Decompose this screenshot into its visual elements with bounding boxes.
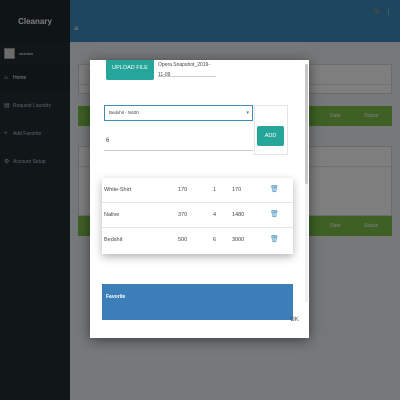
- file-name-field[interactable]: Opera Snapshot_2019-11-09: [158, 60, 216, 78]
- item-qty: 1: [213, 187, 217, 193]
- trash-icon[interactable]: 🗑: [270, 185, 279, 193]
- item-qty: 6: [213, 237, 217, 243]
- item-total: 1480: [232, 212, 245, 218]
- trash-icon[interactable]: 🗑: [270, 210, 279, 218]
- item-price: 500: [178, 237, 188, 243]
- add-button[interactable]: ADD: [257, 126, 284, 146]
- item-total: 170: [232, 187, 242, 193]
- favorite-title: Favorite: [106, 294, 126, 300]
- items-list: White-Shirt 170 1 170 🗑 Nalive 370 4 148…: [102, 178, 293, 254]
- item-price: 170: [178, 187, 188, 193]
- item-select[interactable]: Bedshit - N600 ▾: [104, 105, 253, 121]
- modal-scrollbar[interactable]: [305, 64, 308, 302]
- upload-file-button[interactable]: UPLOAD FILE: [106, 60, 154, 80]
- item-name: White-Shirt: [104, 187, 132, 193]
- item-name: Nalive: [104, 212, 120, 218]
- list-item: Nalive 370 4 1480 🗑: [102, 203, 293, 228]
- item-select-value: Bedshit - N600: [109, 110, 139, 115]
- ok-button[interactable]: OK: [290, 317, 299, 323]
- item-qty: 4: [213, 212, 217, 218]
- item-total: 3000: [232, 237, 245, 243]
- list-item: White-Shirt 170 1 170 🗑: [102, 178, 293, 203]
- list-item: Bedshit 500 6 3000 🗑: [102, 228, 293, 253]
- order-modal: UPLOAD FILE Opera Snapshot_2019-11-09 Be…: [90, 60, 309, 338]
- item-name: Bedshit: [104, 237, 123, 243]
- chevron-down-icon: ▾: [246, 110, 249, 116]
- quantity-input[interactable]: 6: [104, 133, 253, 151]
- scrollbar-thumb[interactable]: [305, 64, 308, 184]
- item-price: 370: [178, 212, 188, 218]
- favorite-panel: Favorite: [102, 284, 293, 320]
- trash-icon[interactable]: 🗑: [270, 235, 279, 243]
